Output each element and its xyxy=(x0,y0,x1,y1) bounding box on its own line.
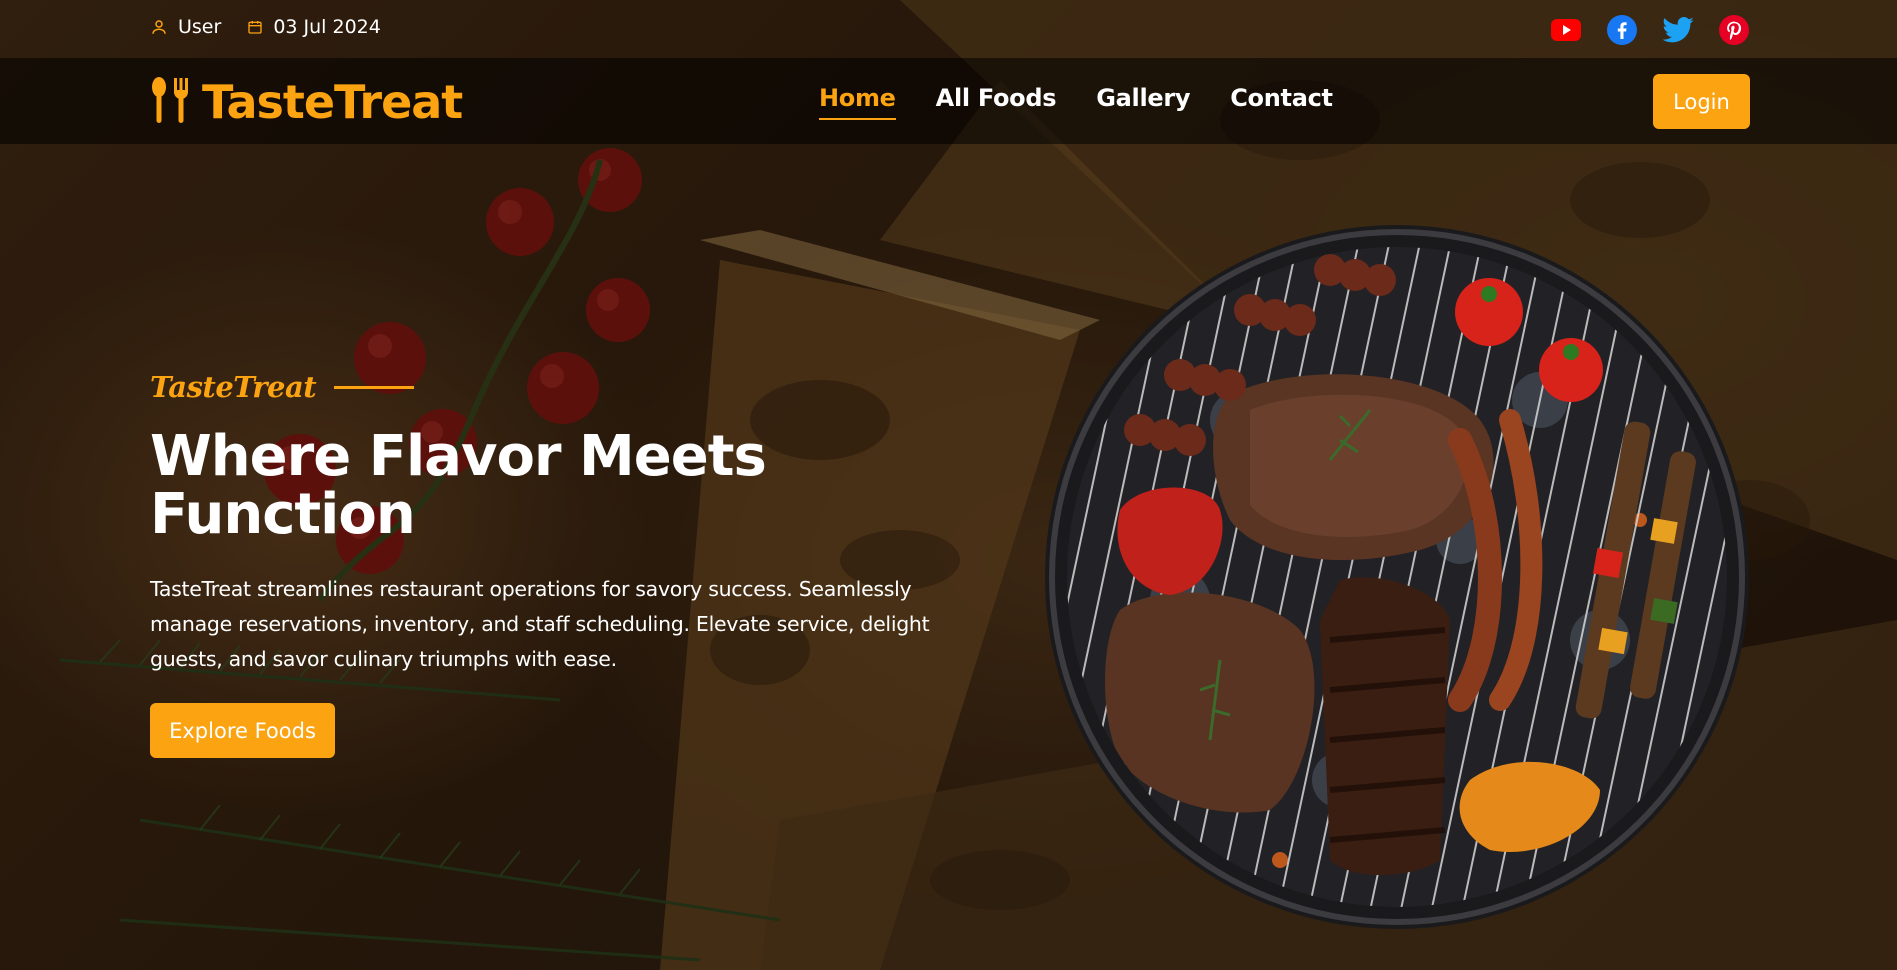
user-icon xyxy=(150,18,168,36)
tagline-divider xyxy=(334,385,415,389)
hero-description: TasteTreat streamlines restaurant operat… xyxy=(150,577,930,671)
nav-link-home[interactable]: Home xyxy=(819,84,896,120)
nav-link-all-foods[interactable]: All Foods xyxy=(936,84,1057,120)
youtube-icon[interactable] xyxy=(1549,13,1583,47)
tagline-row: TasteTreat xyxy=(150,370,950,404)
explore-foods-button[interactable]: Explore Foods xyxy=(150,703,335,758)
main-navbar: TasteTreat Home All Foods Gallery Contac… xyxy=(0,58,1897,144)
bbq-grill-image xyxy=(1040,220,1754,934)
fork-spoon-icon xyxy=(150,76,192,128)
brand-name: TasteTreat xyxy=(202,75,463,129)
hero-section: TasteTreat Where Flavor Meets Function T… xyxy=(150,370,950,758)
hero-tagline: TasteTreat xyxy=(150,370,317,404)
date-label: 03 Jul 2024 xyxy=(273,16,381,38)
twitter-icon[interactable] xyxy=(1661,13,1695,47)
date-info: 03 Jul 2024 xyxy=(247,16,381,38)
top-info-bar: User 03 Jul 2024 xyxy=(0,0,1897,58)
facebook-icon[interactable] xyxy=(1605,13,1639,47)
nav-link-gallery[interactable]: Gallery xyxy=(1096,84,1190,120)
hero-title: Where Flavor Meets Function xyxy=(150,424,767,547)
calendar-icon xyxy=(247,19,263,35)
social-links xyxy=(1549,13,1751,47)
login-button[interactable]: Login xyxy=(1653,74,1750,129)
user-info[interactable]: User xyxy=(150,16,221,38)
nav-link-contact[interactable]: Contact xyxy=(1230,84,1333,120)
nav-menu: Home All Foods Gallery Contact xyxy=(819,84,1333,120)
brand-logo[interactable]: TasteTreat xyxy=(150,75,463,129)
user-label: User xyxy=(178,16,222,38)
pinterest-icon[interactable] xyxy=(1717,13,1751,47)
